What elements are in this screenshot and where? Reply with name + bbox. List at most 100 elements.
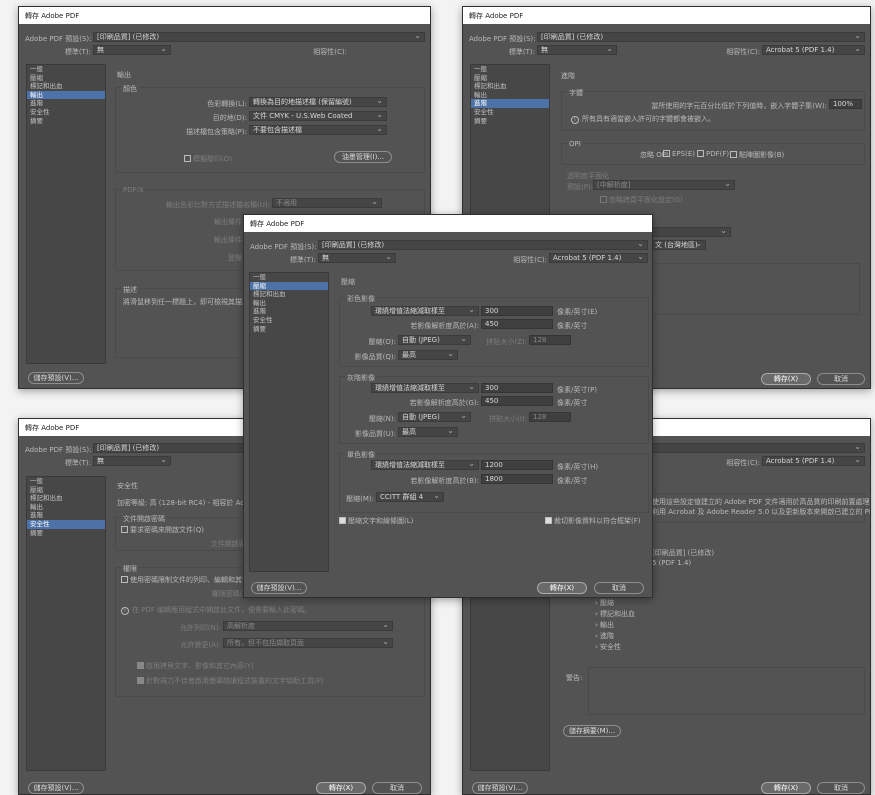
opi-bitmap-label: 點陣圖影像(B) [739,151,785,159]
sidebar-item-compression[interactable]: 壓縮 [250,281,328,291]
cancel-button[interactable]: 取消 [817,782,865,794]
info-icon: i [571,116,579,124]
gray-quality-select[interactable]: 最高 [398,427,458,437]
tree-item-output[interactable]: › 輸出 [595,620,635,631]
sidebar-item-general[interactable]: 一般 [471,65,549,74]
destination-select[interactable]: 文件 CMYK - U.S.Web Coated [249,111,387,121]
mono-ppi-input[interactable]: 1200 [481,460,553,470]
save-preset-button[interactable]: 儲存預設(V)... [472,782,528,794]
sidebar-item-security[interactable]: 安全性 [250,316,328,325]
preset-select[interactable]: [印刷品質] (已修改) [537,32,865,42]
info-icon: i [121,607,129,615]
copy-text-checkbox[interactable]: 啟用拷貝文字、影像和其它內容(Y) [137,661,254,671]
sidebar-item-security[interactable]: 安全性 [27,108,105,117]
sidebar-item-summary[interactable]: 摘要 [27,117,105,126]
output-intent-select[interactable]: 不適用 [272,198,382,208]
sidebar-item-security[interactable]: 安全性 [471,108,549,117]
opi-bitmap-checkbox[interactable]: 點陣圖影像(B) [730,150,784,160]
gray-tile-input[interactable]: 128 [529,412,571,422]
tree-item-security[interactable]: › 安全性 [595,642,635,653]
sidebar-item-marks[interactable]: 標記和出血 [471,82,549,91]
conversion-select[interactable]: 轉換為目的地描述檔 (保留編號) [249,97,387,107]
preset-select[interactable]: [印刷品質] (已修改) [93,32,425,42]
sidebar-item-marks[interactable]: 標記和出血 [27,494,105,503]
compat-select[interactable]: Acrobat 5 (PDF 1.4) [762,456,865,466]
sidebar-item-summary[interactable]: 摘要 [250,325,328,334]
gray-above-label: 若影像解析度高於(G): [409,399,479,407]
description-title: 描述 [121,285,139,295]
ink-manager-button[interactable]: 油墨管理(I)... [334,151,392,163]
sidebar-item-general[interactable]: 一般 [27,65,105,74]
color-downsample-select[interactable]: 環繞增值法縮減取樣至 [371,306,479,316]
sidebar-item-security[interactable]: 安全性 [27,519,105,529]
opi-pdf-checkbox[interactable]: PDF(F) [697,150,729,158]
save-summary-button[interactable]: 儲存摘要(M)... [563,725,621,737]
sidebar-item-compression[interactable]: 壓縮 [27,486,105,495]
gray-above-input[interactable]: 450 [481,396,553,406]
sidebar-item-general[interactable]: 一般 [250,273,328,282]
mono-above-input[interactable]: 1800 [481,474,553,484]
color-tile-input[interactable]: 128 [529,335,571,345]
standard-label: 標準(T): [64,48,91,56]
standard-select[interactable]: 無 [537,45,617,55]
language-select-partial[interactable] [651,227,731,237]
sidebar-item-compression[interactable]: 壓縮 [27,74,105,83]
sidebar-item-advanced[interactable]: 進階 [27,511,105,520]
color-quality-select[interactable]: 最高 [398,350,458,360]
checkbox-box [137,677,144,684]
export-dialog-compression: 轉存 Adobe PDF Adobe PDF 預設(S): [印刷品質] (已修… [243,214,653,598]
sidebar-item-summary[interactable]: 摘要 [27,529,105,538]
export-button[interactable]: 轉存(X) [316,782,366,794]
tree-item-advanced[interactable]: › 進階 [595,631,635,642]
sidebar-item-advanced[interactable]: 進階 [471,99,549,108]
language-select[interactable]: 文 (台灣地區) [651,240,706,250]
simulate-overprint-checkbox[interactable]: 模擬壓印(O) [184,154,232,164]
color-ppi-input[interactable]: 300 [481,306,553,316]
profile-policy-select[interactable]: 不要包含描述檔 [249,125,387,135]
save-preset-button[interactable]: 儲存預設(V)... [251,582,307,594]
standard-select[interactable]: 無 [93,456,171,466]
save-preset-button[interactable]: 儲存預設(V)... [28,372,84,384]
cancel-button[interactable]: 取消 [817,373,865,385]
preset-select[interactable]: [印刷品質] (已修改) [318,240,648,250]
color-compression-select[interactable]: 自動 (JPEG) [398,335,471,345]
tree-item-compression[interactable]: › 壓縮 [595,598,635,609]
color-above-input[interactable]: 450 [481,319,553,329]
gray-ppi-input[interactable]: 300 [481,383,553,393]
cancel-button[interactable]: 取消 [372,782,422,794]
opi-eps-checkbox[interactable]: EPS(E) [663,150,695,158]
tree-item-marks[interactable]: › 標記和出血 [595,609,635,620]
standard-select[interactable]: 無 [93,45,171,55]
sidebar-item-marks[interactable]: 標記和出血 [250,290,328,299]
allow-change-select[interactable]: 所有，但不包括擷取頁面 [223,638,393,648]
screen-reader-checkbox[interactable]: 針對視力不佳者啟用螢幕閱讀程式裝置的文字協助工具(P) [137,676,324,686]
export-button[interactable]: 轉存(X) [761,373,811,385]
require-open-checkbox[interactable]: 要求密碼來開啟文件(Q) [121,525,204,535]
mono-downsample-select[interactable]: 環繞增值法縮減取樣至 [371,460,479,470]
gray-downsample-select[interactable]: 環繞增值法縮減取樣至 [371,383,479,393]
sidebar-item-marks[interactable]: 標記和出血 [27,82,105,91]
mono-compression-select[interactable]: CCITT 群組 4 [376,492,444,502]
compat-select[interactable]: Acrobat 5 (PDF 1.4) [549,253,648,263]
mono-above-unit: 像素/英寸 [557,477,588,485]
subset-input[interactable]: 100% [829,99,862,109]
cancel-button[interactable]: 取消 [594,582,644,594]
export-button[interactable]: 轉存(X) [761,782,811,794]
crop-image-checkbox[interactable]: 裁切影像資料以符合框架(F) [545,516,641,526]
export-button[interactable]: 轉存(X) [537,582,587,594]
compat-select[interactable]: Acrobat 5 (PDF 1.4) [762,45,865,55]
fonts-group-title: 字體 [567,88,585,98]
sidebar-item-general[interactable]: 一般 [27,477,105,486]
gray-compression-select[interactable]: 自動 (JPEG) [398,412,471,422]
compress-text-checkbox[interactable]: 壓縮文字和線條圖(L) [339,516,413,526]
sidebar-item-summary[interactable]: 摘要 [471,117,549,126]
sidebar-item-advanced[interactable]: 進階 [250,307,328,316]
registry-label: 登錄 [228,254,242,262]
sidebar-item-advanced[interactable]: 進階 [27,99,105,108]
ignore-override-checkbox[interactable]: 忽略跨頁平面化設定(G) [600,195,683,205]
flatten-preset-select[interactable]: [中解析度] [593,180,735,190]
allow-print-select[interactable]: 高解析度 [223,621,393,631]
save-preset-button[interactable]: 儲存預設(V)... [28,782,84,794]
standard-select[interactable]: 無 [318,253,396,263]
sidebar-item-compression[interactable]: 壓縮 [471,74,549,83]
